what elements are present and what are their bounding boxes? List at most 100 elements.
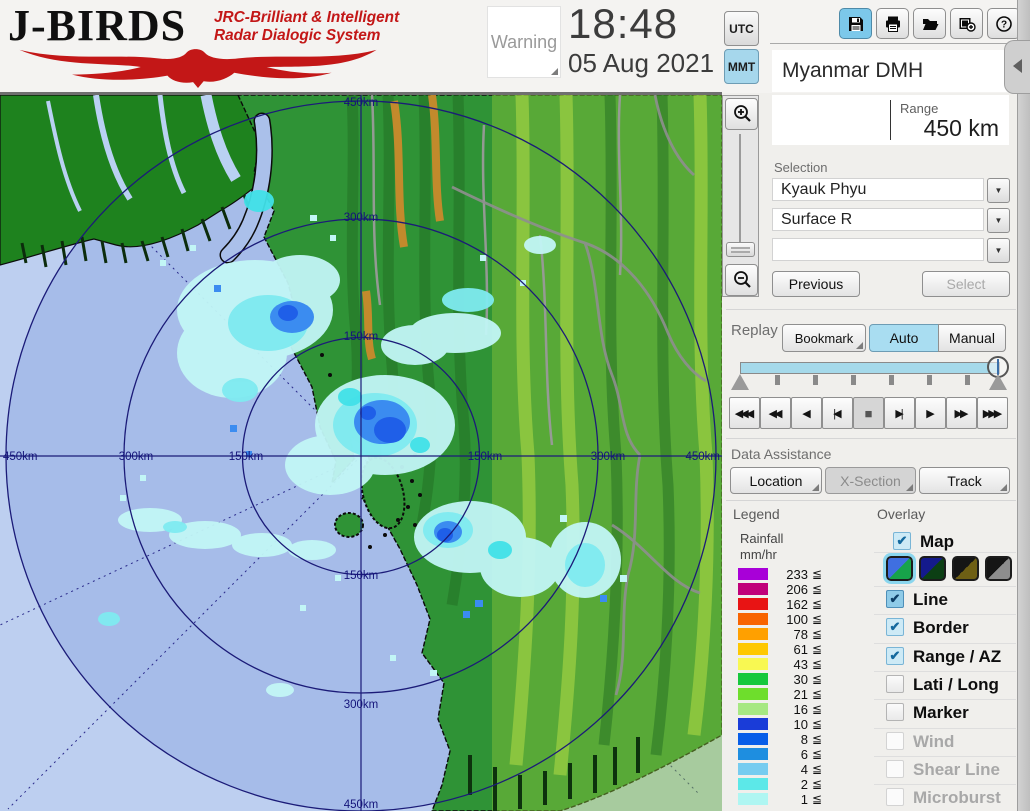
extra-dropdown[interactable] xyxy=(772,238,984,261)
legend-swatch xyxy=(738,658,768,670)
legend-value: 16 xyxy=(793,702,808,717)
legend-swatch xyxy=(738,793,768,805)
map-style-1[interactable] xyxy=(883,553,916,584)
legend-value: 21 xyxy=(793,687,808,702)
legend-suffix: ≦ xyxy=(812,612,823,626)
map-style-2[interactable] xyxy=(919,556,946,581)
rewind-button[interactable]: ◀◀ xyxy=(760,397,791,429)
map-zoom-control xyxy=(722,95,759,297)
help-button[interactable]: ? xyxy=(987,8,1020,39)
svg-text:150km: 150km xyxy=(468,451,503,463)
timezone-utc-button[interactable]: UTC xyxy=(724,11,759,46)
separator xyxy=(874,643,1016,644)
print-icon xyxy=(885,16,900,32)
legend-value: 6 xyxy=(800,747,808,762)
select-button[interactable]: Select xyxy=(922,271,1010,297)
warning-button[interactable]: Warning xyxy=(487,6,561,78)
replay-auto-button[interactable]: Auto xyxy=(869,324,939,352)
radar-map[interactable]: 450km 300km 150km 150km 300km 450km 450k… xyxy=(0,95,722,811)
extra-dropdown-arrow[interactable]: ▼ xyxy=(987,238,1010,263)
checkbox-icon[interactable]: ✔ xyxy=(886,675,904,693)
checkbox-icon[interactable]: ✔ xyxy=(886,647,904,665)
app-logo-subtitle-1: JRC-Brilliant & Intelligent xyxy=(214,9,400,26)
legend-row: 2 ≦ xyxy=(738,777,833,792)
checkbox-icon[interactable]: ✔ xyxy=(886,760,904,778)
play-reverse-button[interactable]: ◀ xyxy=(791,397,822,429)
legend-row: 206 ≦ xyxy=(738,582,833,597)
app-logo-subtitle-2: Radar Dialogic System xyxy=(214,27,381,44)
svg-text:450km: 450km xyxy=(344,799,379,811)
legend-row: 10 ≦ xyxy=(738,717,833,732)
legend-suffix: ≦ xyxy=(812,657,823,671)
separator xyxy=(874,699,1016,700)
forward-fast-button[interactable]: ▶▶▶ xyxy=(977,397,1008,429)
stop-button[interactable]: ■ xyxy=(853,397,884,429)
legend-swatch xyxy=(738,568,768,580)
checkbox-icon[interactable]: ✔ xyxy=(886,590,904,608)
replay-manual-button[interactable]: Manual xyxy=(938,324,1006,352)
checkbox-icon[interactable]: ✔ xyxy=(886,618,904,636)
checkbox-icon[interactable]: ✔ xyxy=(886,788,904,806)
play-button[interactable]: ▶ xyxy=(915,397,946,429)
rewind-fast-button[interactable]: ◀◀◀ xyxy=(729,397,760,429)
site-dropdown[interactable]: Kyauk Phyu xyxy=(772,178,984,201)
xsection-button[interactable]: X-Section xyxy=(825,467,916,494)
timezone-mmt-button[interactable]: MMT xyxy=(724,49,759,84)
legend-row: 21 ≦ xyxy=(738,687,833,702)
zoom-slider-track[interactable] xyxy=(739,134,741,244)
forward-button[interactable]: ▶▶ xyxy=(946,397,977,429)
bookmark-button[interactable]: Bookmark xyxy=(782,324,866,352)
map-style-4[interactable] xyxy=(985,556,1012,581)
location-button[interactable]: Location xyxy=(730,467,822,494)
location-label: Location xyxy=(749,472,803,489)
legend-swatch xyxy=(738,733,768,745)
product-dropdown-arrow[interactable]: ▼ xyxy=(987,208,1010,233)
previous-button[interactable]: Previous xyxy=(772,271,860,297)
legend-suffix: ≦ xyxy=(812,732,823,746)
zoom-in-icon xyxy=(733,105,751,122)
save-button[interactable] xyxy=(839,8,872,39)
panel-collapse-strip[interactable] xyxy=(1017,0,1030,811)
zoom-out-icon xyxy=(733,271,751,288)
app-logo-subtitle: JRC-Brilliant & Intelligent Radar Dialog… xyxy=(214,9,399,45)
jbirds-app: J-BIRDS JRC-Brilliant & Intelligent Rada… xyxy=(0,0,1030,811)
print-button[interactable] xyxy=(876,8,909,39)
svg-text:300km: 300km xyxy=(344,212,379,224)
svg-text:450km: 450km xyxy=(685,451,720,463)
step-back-button[interactable]: |◀ xyxy=(822,397,853,429)
zoom-out-button[interactable] xyxy=(725,264,758,296)
divider xyxy=(726,438,1016,439)
zoom-in-button[interactable] xyxy=(725,98,758,130)
legend-value: 4 xyxy=(800,762,808,777)
step-forward-button[interactable]: ▶| xyxy=(884,397,915,429)
overlay-item-label: Map xyxy=(920,532,954,551)
site-dropdown-arrow[interactable]: ▼ xyxy=(987,178,1010,203)
open-folder-button[interactable] xyxy=(913,8,946,39)
capture-button[interactable] xyxy=(950,8,983,39)
legend-suffix: ≦ xyxy=(812,702,823,716)
track-label: Track xyxy=(947,472,982,489)
svg-text:300km: 300km xyxy=(344,699,379,711)
save-icon xyxy=(848,16,863,31)
slider-end-marker[interactable] xyxy=(989,374,1007,390)
track-button[interactable]: Track xyxy=(919,467,1010,494)
legend-value: 162 xyxy=(786,597,808,612)
check-icon: ✔ xyxy=(896,533,908,548)
checkbox-icon[interactable]: ✔ xyxy=(886,732,904,750)
checkbox-icon[interactable]: ✔ xyxy=(893,532,911,550)
legend-row: 61 ≦ xyxy=(738,642,833,657)
selection-label: Selection xyxy=(774,160,828,175)
legend-row: 100 ≦ xyxy=(738,612,833,627)
legend-value: 206 xyxy=(786,582,808,597)
zoom-slider-thumb[interactable] xyxy=(726,242,755,257)
map-style-3[interactable] xyxy=(952,556,979,581)
legend-value: 8 xyxy=(800,732,808,747)
panel-collapse-tab[interactable] xyxy=(1004,40,1030,94)
replay-slider-track[interactable] xyxy=(740,362,1000,374)
legend-swatch xyxy=(738,643,768,655)
playback-controls: ◀◀◀ ◀◀ ◀ |◀ ■ ▶| ▶ ▶▶ ▶▶▶ xyxy=(729,397,1008,429)
overlay-label: Overlay xyxy=(877,506,926,522)
slider-start-marker[interactable] xyxy=(731,374,749,390)
product-dropdown[interactable]: Surface R xyxy=(772,208,984,231)
checkbox-icon[interactable]: ✔ xyxy=(886,703,904,721)
